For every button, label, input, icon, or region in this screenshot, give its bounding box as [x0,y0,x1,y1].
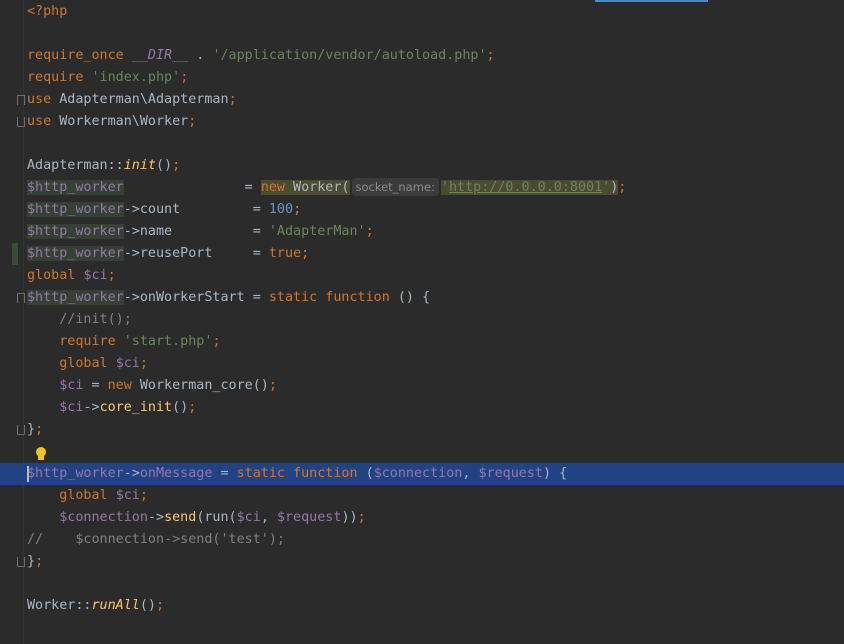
code-text: require 'start.php'; [59,334,221,349]
code-line[interactable]: require 'index.php'; [0,67,844,89]
code-text: $http_worker = new Worker(socket_name:'h… [27,178,627,196]
code-line[interactable]: $connection->send(run($ci, $request)); [0,507,844,529]
code-line[interactable]: <?php [0,1,844,23]
code-text: use Workerman\Worker; [27,114,197,129]
code-text: }; [27,422,44,437]
code-line[interactable]: $http_worker->name = 'AdapterMan'; [0,221,844,243]
code-text: $http_worker->onWorkerStart = static fun… [27,290,431,305]
code-line[interactable]: }; [0,419,844,441]
code-line[interactable]: // $connection->send('test'); [0,529,844,551]
code-line[interactable]: require 'start.php'; [0,331,844,353]
code-text: require_once __DIR__ . '/application/ven… [27,48,495,63]
code-line[interactable]: $http_worker->count = 100; [0,199,844,221]
code-text: global $ci; [59,488,148,503]
code-line[interactable]: use Workerman\Worker; [0,111,844,133]
code-text: $http_worker->name = 'AdapterMan'; [27,224,374,239]
code-text: $connection->send(run($ci, $request)); [59,510,366,525]
lightbulb-icon[interactable] [34,446,48,462]
code-text: Adapterman::init(); [27,158,181,173]
code-text: // $connection->send('test'); [27,532,285,547]
code-line[interactable]: global $ci; [0,353,844,375]
code-line[interactable]: Worker::runAll(); [0,595,844,617]
code-text: $http_worker->onMessage = static functio… [27,466,568,481]
code-line[interactable]: //init(); [0,309,844,331]
code-text: use Adapterman\Adapterman; [27,92,237,107]
code-text: $ci->core_init(); [59,400,197,415]
code-text: <?php [27,4,68,19]
code-text: global $ci; [59,356,148,371]
code-text: global $ci; [27,268,116,283]
code-text: }; [27,554,44,569]
code-line[interactable]: use Adapterman\Adapterman; [0,89,844,111]
text-caret [27,466,29,482]
code-text: $http_worker->reusePort = true; [27,246,310,261]
code-line[interactable]: $http_worker->onWorkerStart = static fun… [0,287,844,309]
code-line[interactable]: $http_worker->reusePort = true; [0,243,844,265]
current-line[interactable]: $http_worker->onMessage = static functio… [0,463,844,485]
code-line[interactable]: global $ci; [0,485,844,507]
code-editor[interactable]: <?php require_once __DIR__ . '/applicati… [0,0,844,644]
code-text: $ci = new Workerman_core(); [59,378,277,393]
code-text: $http_worker->count = 100; [27,202,302,217]
code-line[interactable]: $http_worker = new Worker(socket_name:'h… [0,177,844,199]
code-text: Worker::runAll(); [27,598,165,613]
code-line[interactable]: require_once __DIR__ . '/application/ven… [0,45,844,67]
code-line[interactable]: }; [0,551,844,573]
code-text: //init(); [59,312,132,327]
code-text: require 'index.php'; [27,70,189,85]
lightbulb-base [38,456,44,460]
code-line[interactable]: global $ci; [0,265,844,287]
code-line[interactable]: Adapterman::init(); [0,155,844,177]
code-line[interactable]: $ci->core_init(); [0,397,844,419]
parameter-hint: socket_name: [351,178,439,196]
code-line[interactable]: $ci = new Workerman_core(); [0,375,844,397]
